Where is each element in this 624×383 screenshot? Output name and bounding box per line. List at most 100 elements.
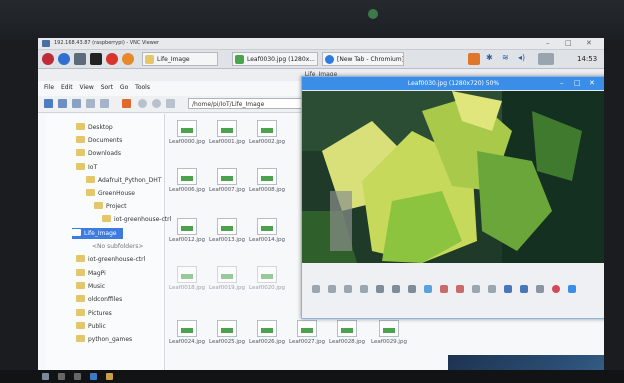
taskbar-button-life-image[interactable]: Life_Image — [142, 52, 218, 66]
rotate-right-icon[interactable] — [456, 285, 464, 293]
explorer-icon[interactable] — [106, 373, 113, 380]
delete-file-icon[interactable] — [536, 285, 544, 293]
minimize-icon[interactable]: – — [560, 77, 564, 90]
menu-sort[interactable]: Sort — [101, 84, 113, 91]
side-pane-icon[interactable] — [44, 99, 53, 108]
minimize-icon[interactable]: – — [546, 38, 550, 49]
tree-item-adafruit[interactable]: Adafruit_Python_DHT — [86, 175, 161, 186]
task-view-icon[interactable] — [74, 373, 81, 380]
os-bottom-taskbar — [38, 370, 604, 383]
image-viewer-window: Leaf0030.jpg (1280x720) 50% – □ ✕ — [301, 76, 604, 319]
flip-vertical-icon[interactable] — [488, 285, 496, 293]
search-icon[interactable] — [58, 373, 65, 380]
file-item[interactable]: Leaf0026.jpg — [248, 320, 286, 346]
menu-go[interactable]: Go — [120, 84, 128, 91]
taskbar-button-image-viewer[interactable]: Leaf0030.jpg (1280x... — [232, 52, 318, 66]
image-thumbnail — [217, 168, 237, 185]
mathematica-icon[interactable] — [106, 53, 118, 65]
icon-view-icon[interactable] — [58, 99, 67, 108]
tree-item-desktop[interactable]: Desktop — [76, 122, 113, 133]
vnc-app-icon — [42, 40, 50, 47]
terminal-icon[interactable] — [90, 53, 102, 65]
file-item[interactable]: Leaf0000.jpg — [168, 120, 206, 146]
list-view-icon[interactable] — [100, 99, 109, 108]
close-icon[interactable]: ✕ — [586, 38, 592, 49]
tree-item-oldconffiles[interactable]: oldconffiles — [76, 294, 122, 305]
tree-item-iot[interactable]: IoT — [76, 162, 97, 173]
first-image-icon[interactable] — [344, 285, 352, 293]
zoom-out-icon[interactable] — [392, 285, 400, 293]
file-item[interactable]: Leaf0019.jpg — [208, 266, 246, 292]
file-item[interactable]: Leaf0025.jpg — [208, 320, 246, 346]
tree-item-magpi[interactable]: MagPi — [76, 268, 106, 279]
tree-item-iot-greenhouse-ctrl[interactable]: iot-greenhouse-ctrl — [102, 214, 171, 225]
file-item[interactable]: Leaf0008.jpg — [248, 168, 286, 194]
tree-item-downloads[interactable]: Downloads — [76, 148, 121, 159]
file-item[interactable]: Leaf0013.jpg — [208, 218, 246, 244]
quit-icon[interactable] — [568, 285, 576, 293]
tree-item-project[interactable]: Project — [94, 201, 127, 212]
file-item[interactable]: Leaf0007.jpg — [208, 168, 246, 194]
open-file-icon[interactable] — [504, 285, 512, 293]
file-item[interactable]: Leaf0006.jpg — [168, 168, 206, 194]
file-item[interactable]: Leaf0014.jpg — [248, 218, 286, 244]
taskbar-button-chromium[interactable]: [New Tab - Chromium] — [322, 52, 404, 66]
vnc-screen: 192.168.43.87 (raspberrypi) - VNC Viewer… — [38, 38, 604, 370]
previous-image-icon[interactable] — [312, 285, 320, 293]
web-browser-icon[interactable] — [58, 53, 70, 65]
file-manager-icon[interactable] — [74, 53, 86, 65]
close-icon[interactable]: ✕ — [589, 77, 595, 90]
raspberry-menu-icon[interactable] — [42, 53, 54, 65]
file-item[interactable]: Leaf0020.jpg — [248, 266, 286, 292]
tree-item-greenhouse[interactable]: GreenHouse — [86, 188, 135, 199]
file-item[interactable]: Leaf0018.jpg — [168, 266, 206, 292]
vnc-tray-icon[interactable] — [468, 53, 480, 65]
tree-item-python-games[interactable]: python_games — [76, 334, 132, 345]
file-item[interactable]: Leaf0028.jpg — [328, 320, 366, 346]
wolfram-icon[interactable] — [122, 53, 134, 65]
menu-view[interactable]: View — [80, 84, 94, 91]
last-image-icon[interactable] — [360, 285, 368, 293]
image-thumbnail — [177, 218, 197, 235]
tree-item-public[interactable]: Public — [76, 321, 106, 332]
file-item[interactable]: Leaf0012.jpg — [168, 218, 206, 244]
folder-icon — [145, 55, 154, 64]
tree-item-music[interactable]: Music — [76, 281, 105, 292]
menu-file[interactable]: File — [44, 84, 54, 91]
preferences-icon[interactable] — [552, 285, 560, 293]
start-icon[interactable] — [42, 373, 49, 380]
zoom-in-icon[interactable] — [376, 285, 384, 293]
bluetooth-icon[interactable]: ✱ — [486, 53, 493, 62]
menu-edit[interactable]: Edit — [61, 84, 73, 91]
volume-icon[interactable]: ◂) — [518, 53, 525, 62]
wifi-icon[interactable]: ≋ — [502, 53, 509, 62]
thumbnail-view-icon[interactable] — [72, 99, 81, 108]
image-thumbnail — [257, 120, 277, 137]
file-item[interactable]: Leaf0001.jpg — [208, 120, 246, 146]
flip-horizontal-icon[interactable] — [472, 285, 480, 293]
file-item[interactable]: Leaf0024.jpg — [168, 320, 206, 346]
tree-item-documents[interactable]: Documents — [76, 135, 122, 146]
compact-view-icon[interactable] — [86, 99, 95, 108]
maximize-icon[interactable]: □ — [565, 38, 572, 49]
tree-item-pictures[interactable]: Pictures — [76, 308, 112, 319]
next-image-icon[interactable] — [328, 285, 336, 293]
fit-window-icon[interactable] — [408, 285, 416, 293]
file-item[interactable]: Leaf0027.jpg — [288, 320, 326, 346]
up-icon[interactable] — [166, 99, 175, 108]
new-tab-icon[interactable] — [122, 99, 131, 108]
clock[interactable]: 14:53 — [577, 52, 597, 66]
fullscreen-icon[interactable] — [424, 285, 432, 293]
tree-item-iot-greenhouse-ctrl-root[interactable]: iot-greenhouse-ctrl — [76, 254, 145, 265]
forward-icon[interactable] — [152, 99, 161, 108]
back-icon[interactable] — [138, 99, 147, 108]
image-thumbnail — [257, 266, 277, 283]
maximize-icon[interactable]: □ — [574, 77, 581, 90]
file-item[interactable]: Leaf0029.jpg — [370, 320, 408, 346]
tree-item-life-image[interactable]: Life_Image — [72, 228, 123, 239]
browser-icon[interactable] — [90, 373, 97, 380]
menu-tools[interactable]: Tools — [135, 84, 150, 91]
rotate-left-icon[interactable] — [440, 285, 448, 293]
file-item[interactable]: Leaf0002.jpg — [248, 120, 286, 146]
save-file-icon[interactable] — [520, 285, 528, 293]
